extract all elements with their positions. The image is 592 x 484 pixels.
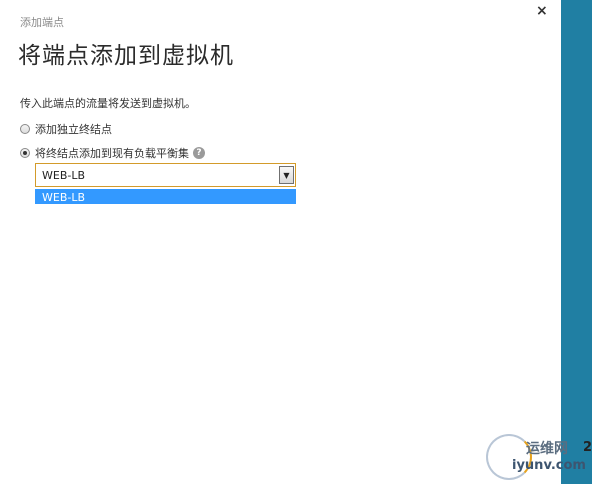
- right-sidebar: [561, 0, 592, 484]
- page-title: 将端点添加到虚拟机: [18, 43, 234, 69]
- next-step-number: 2: [583, 440, 592, 455]
- close-icon[interactable]: ×: [536, 3, 548, 19]
- existing-load-balanced-set-label: 将终结点添加到现有负载平衡集: [35, 147, 189, 160]
- existing-load-balanced-set-option[interactable]: 将终结点添加到现有负载平衡集 ?: [20, 145, 205, 161]
- add-endpoint-dialog: 添加端点 将端点添加到虚拟机 × 传入此端点的流量将发送到虚拟机。 添加独立终结…: [0, 0, 561, 484]
- watermark-text-2: iyunv.com: [512, 458, 586, 473]
- load-balancer-select-value: WEB-LB: [42, 169, 86, 182]
- standalone-endpoint-option[interactable]: 添加独立终结点: [20, 121, 112, 137]
- standalone-endpoint-radio[interactable]: [20, 124, 30, 134]
- watermark-text-1: 运维网: [526, 441, 568, 457]
- description-text: 传入此端点的流量将发送到虚拟机。: [20, 97, 196, 110]
- watermark: 运维网 iyunv.com 2: [486, 430, 592, 480]
- load-balancer-select[interactable]: WEB-LB ▼: [35, 163, 296, 187]
- dropdown-option-web-lb[interactable]: WEB-LB: [35, 189, 296, 204]
- existing-load-balanced-set-radio[interactable]: [20, 148, 30, 158]
- help-icon[interactable]: ?: [193, 147, 205, 159]
- breadcrumb: 添加端点: [20, 16, 64, 29]
- standalone-endpoint-label: 添加独立终结点: [35, 123, 112, 136]
- chevron-down-icon[interactable]: ▼: [279, 166, 294, 184]
